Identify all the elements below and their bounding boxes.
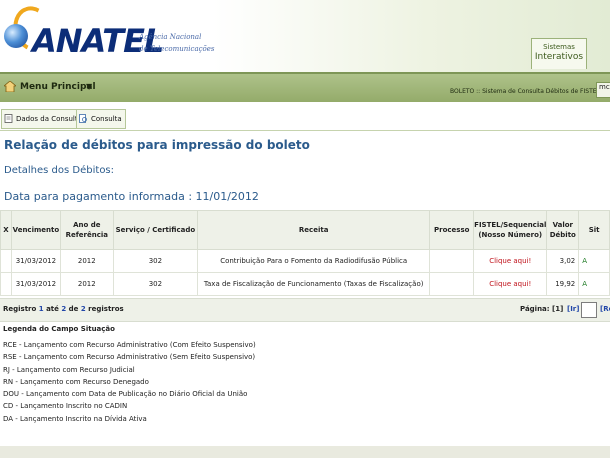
cell-valor: 19,92: [546, 272, 580, 296]
col-header-situacao: Sit: [578, 210, 610, 250]
systems-tab-line1: Sistemas: [543, 43, 575, 51]
col-header-valor: Valor Débito: [546, 210, 580, 250]
cell-processo: [429, 272, 475, 296]
search-document-icon: [79, 114, 87, 123]
sub-tabs: Dados da Consulta Consulta: [0, 106, 610, 131]
page-subtitle: Detalhes dos Débitos:: [4, 165, 115, 176]
cell-servico: 302: [112, 249, 199, 273]
record-to: 2: [61, 305, 67, 313]
legend-item: RJ - Lançamento com Recurso Judicial: [3, 365, 135, 374]
col-header-ano: Ano de Referência: [59, 210, 114, 250]
footer-strip: [0, 446, 610, 458]
legend-item: RN - Lançamento com Recurso Denegado: [3, 377, 149, 386]
systems-tab-line2: Interativos: [534, 52, 584, 62]
legend-list: RCE - Lançamento com Recurso Administrat…: [3, 339, 256, 425]
record-prefix: Registro: [3, 305, 37, 313]
cell-processo: [429, 249, 475, 273]
tab-consulta-label: Consulta: [91, 115, 122, 123]
tab-dados-consulta[interactable]: Dados da Consulta: [1, 109, 86, 129]
table-row: 31/03/2012 2012 302 Contribuição Para o …: [0, 249, 610, 273]
record-from: 1: [38, 305, 44, 313]
cell-ano: 2012: [59, 249, 114, 273]
cell-vencimento: 31/03/2012: [10, 272, 61, 296]
record-mid: até: [46, 305, 59, 313]
cell-receita: Taxa de Fiscalização de Funcionamento (T…: [197, 272, 431, 296]
home-icon: [4, 81, 16, 92]
document-icon: [4, 114, 13, 123]
logo-subtitle-line1: Agência Nacional: [139, 33, 202, 41]
chevron-down-icon[interactable]: ▼: [86, 82, 92, 91]
table-header-row: X Vencimento Ano de Referência Serviço /…: [0, 210, 610, 250]
record-total: 2: [80, 305, 86, 313]
main-menu-button[interactable]: Menu Principal: [20, 82, 96, 92]
logo-subtitle: Agência Nacional de Telecomunicações: [139, 31, 229, 55]
tab-dados-consulta-label: Dados da Consulta: [16, 115, 82, 123]
cell-vencimento: 31/03/2012: [10, 249, 61, 273]
cell-receita: Contribuição Para o Fomento da Radiodifu…: [197, 249, 431, 273]
cell-select[interactable]: [0, 272, 12, 296]
legend-title: Legenda do Campo Situação: [3, 325, 115, 333]
legend-item: DOU - Lançamento com Data de Publicação …: [3, 390, 248, 399]
cell-situacao: A: [578, 272, 610, 296]
legend-item: CD - Lançamento Inscrito no CADIN: [3, 402, 128, 411]
col-header-processo: Processo: [429, 210, 475, 250]
page-indicator: Página: [1]: [520, 305, 564, 313]
last-page-link[interactable]: [Re: [600, 305, 610, 313]
col-header-fistel: FISTEL/Sequencial (Nosso Número): [473, 210, 548, 250]
systems-tab[interactable]: Sistemas Interativos: [531, 38, 587, 69]
debts-table: X Vencimento Ano de Referência Serviço /…: [0, 210, 610, 296]
cell-situacao: A: [578, 249, 610, 273]
table-row: 31/03/2012 2012 302 Taxa de Fiscalização…: [0, 272, 610, 296]
menu-bar: Menu Principal ▼ BOLETO :: Sistema de Co…: [0, 72, 610, 102]
cell-valor: 3,02: [546, 249, 580, 273]
col-header-vencimento: Vencimento: [10, 210, 61, 250]
cell-select[interactable]: [0, 249, 12, 273]
site-header: ANATEL Agência Nacional de Telecomunicaç…: [0, 0, 610, 72]
go-button[interactable]: [Ir]: [567, 305, 579, 313]
col-header-x: X: [0, 210, 12, 250]
pagination-bar: Registro 1 até 2 de 2 registros Página: …: [0, 298, 610, 322]
logo-subtitle-line2: de Telecomunicações: [139, 45, 215, 53]
col-header-receita: Receita: [197, 210, 431, 250]
legend-item: DA - Lançamento Inscrito na Dívida Ativa: [3, 414, 147, 423]
cell-servico: 302: [112, 272, 199, 296]
col-header-servico: Serviço / Certificado: [112, 210, 199, 250]
boleto-link[interactable]: Clique aqui!: [473, 272, 548, 296]
record-of: de: [68, 305, 79, 313]
user-field[interactable]: mc: [596, 82, 610, 98]
legend-item: RCE - Lançamento com Recurso Administrat…: [3, 341, 256, 349]
page-title: Relação de débitos para impressão do bol…: [4, 138, 310, 152]
tab-consulta[interactable]: Consulta: [76, 109, 126, 129]
payment-date: Data para pagamento informada : 11/01/20…: [4, 190, 259, 203]
record-suffix: registros: [88, 305, 124, 313]
system-description: BOLETO :: Sistema de Consulta Débitos de…: [450, 88, 600, 95]
page-number-input[interactable]: [581, 302, 597, 318]
record-count: Registro 1 até 2 de 2 registros: [3, 305, 124, 313]
cell-ano: 2012: [59, 272, 114, 296]
globe-icon: [4, 24, 28, 48]
legend-item: RSE - Lançamento com Recurso Administrat…: [3, 353, 256, 362]
boleto-link[interactable]: Clique aqui!: [473, 249, 548, 273]
